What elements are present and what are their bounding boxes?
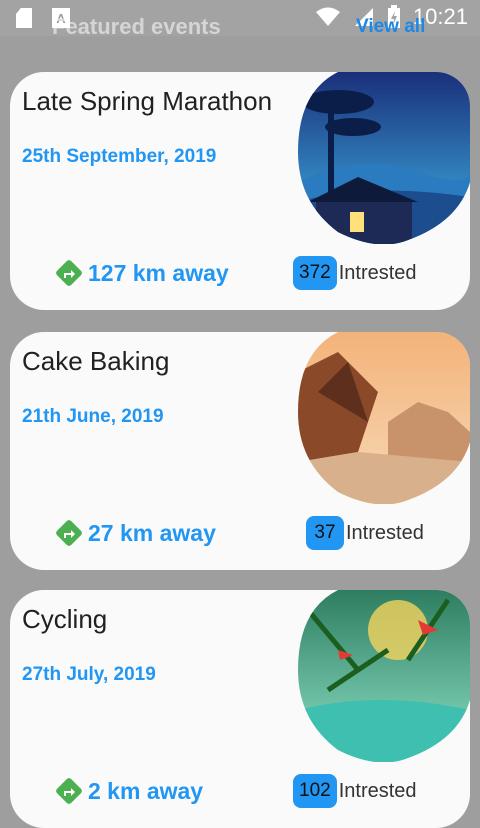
event-title: Cake Baking <box>22 346 170 376</box>
interested-info[interactable]: 372 Intrested <box>293 256 417 290</box>
event-image <box>298 332 470 504</box>
sd-card-icon <box>16 8 32 28</box>
event-card[interactable]: Late Spring Marathon 25th September, 201… <box>10 72 470 310</box>
view-all-link[interactable]: View all <box>356 16 425 38</box>
distance-info: 2 km away <box>54 776 203 806</box>
directions-icon <box>56 778 82 804</box>
directions-icon <box>56 520 82 546</box>
distance-text: 127 km away <box>88 259 229 286</box>
distance-info: 27 km away <box>54 518 216 548</box>
interested-label: Intrested <box>346 521 424 544</box>
event-title: Late Spring Marathon <box>22 86 273 116</box>
event-date: 25th September, 2019 <box>22 146 217 167</box>
event-image <box>298 590 470 762</box>
interested-count-badge: 102 <box>293 774 337 808</box>
interested-info[interactable]: 37 Intrested <box>306 516 424 550</box>
event-date: 21th June, 2019 <box>22 406 164 427</box>
event-card[interactable]: Cycling 27th July, 2019 2 km away 102 In… <box>10 590 470 828</box>
wifi-icon <box>315 7 340 26</box>
event-image <box>298 72 470 244</box>
event-card[interactable]: Cake Baking 21th June, 2019 27 km away 3… <box>10 332 470 570</box>
event-title: Cycling <box>22 604 108 634</box>
interested-count-badge: 372 <box>293 256 337 290</box>
distance-text: 27 km away <box>88 519 216 546</box>
distance-info: 127 km away <box>54 258 229 288</box>
interested-info[interactable]: 102 Intrested <box>293 774 417 808</box>
interested-label: Intrested <box>338 261 417 284</box>
event-date: 27th July, 2019 <box>22 664 156 685</box>
section-title: Featured events <box>52 14 221 39</box>
distance-text: 2 km away <box>88 777 204 804</box>
directions-icon <box>56 260 82 286</box>
interested-count-badge: 37 <box>306 516 344 550</box>
interested-label: Intrested <box>338 779 417 802</box>
